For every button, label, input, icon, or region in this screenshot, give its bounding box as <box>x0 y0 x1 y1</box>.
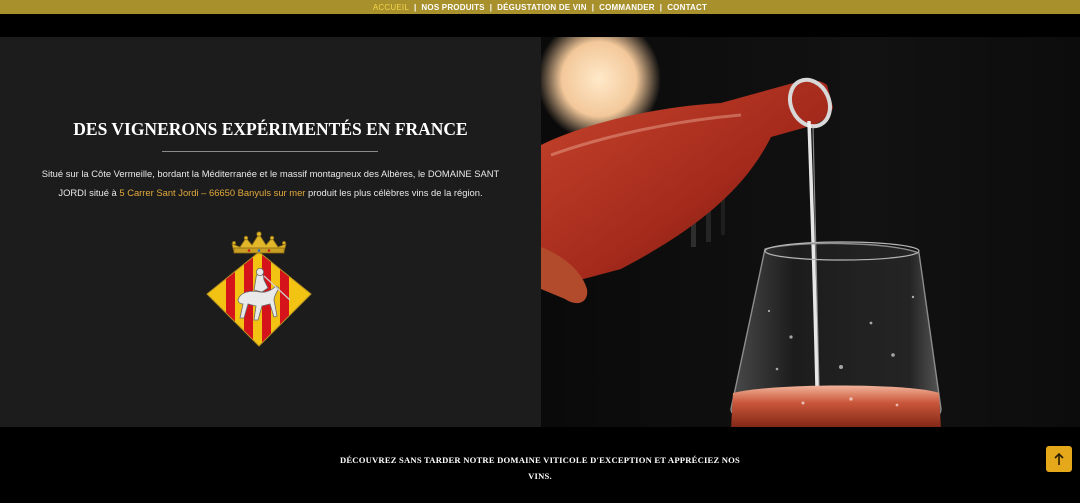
address-link[interactable]: 5 Carrer Sant Jordi – 66650 Banyuls sur … <box>119 187 305 198</box>
nav-link-commander[interactable]: COMMANDER <box>599 3 655 12</box>
nav-link-degustation-de-vin[interactable]: DÉGUSTATION DE VIN <box>497 3 587 12</box>
arrow-up-icon <box>1054 452 1064 465</box>
wine-pouring-photo <box>541 37 1080 427</box>
nav-separator: | <box>591 2 595 12</box>
hero-title: DES VIGNERONS EXPÉRIMENTÉS EN FRANCE <box>73 119 468 139</box>
nav-separator: | <box>413 2 417 12</box>
nav-separator: | <box>489 2 493 12</box>
nav-link-contact[interactable]: CONTACT <box>667 3 707 12</box>
wine-photo-illustration <box>541 37 1080 427</box>
hero-intro: Situé sur la Côte Vermeille, bordant la … <box>30 164 511 202</box>
nav-link-accueil[interactable]: ACCUEIL <box>373 3 409 12</box>
intro-text-part2: produit les plus célèbres vins de la rég… <box>305 187 483 198</box>
hero-text-panel: DES VIGNERONS EXPÉRIMENTÉS EN FRANCE Sit… <box>0 37 541 427</box>
coat-of-arms-icon <box>206 231 312 347</box>
nav-separator: | <box>659 2 663 12</box>
back-to-top-button[interactable] <box>1046 446 1072 472</box>
nav-link-nos-produits[interactable]: NOS PRODUITS <box>421 3 484 12</box>
bottom-tagline: DÉCOUVREZ SANS TARDER NOTRE DOMAINE VITI… <box>339 455 741 481</box>
top-navigation: ACCUEIL | NOS PRODUITS | DÉGUSTATION DE … <box>0 0 1080 14</box>
title-divider <box>162 151 378 152</box>
